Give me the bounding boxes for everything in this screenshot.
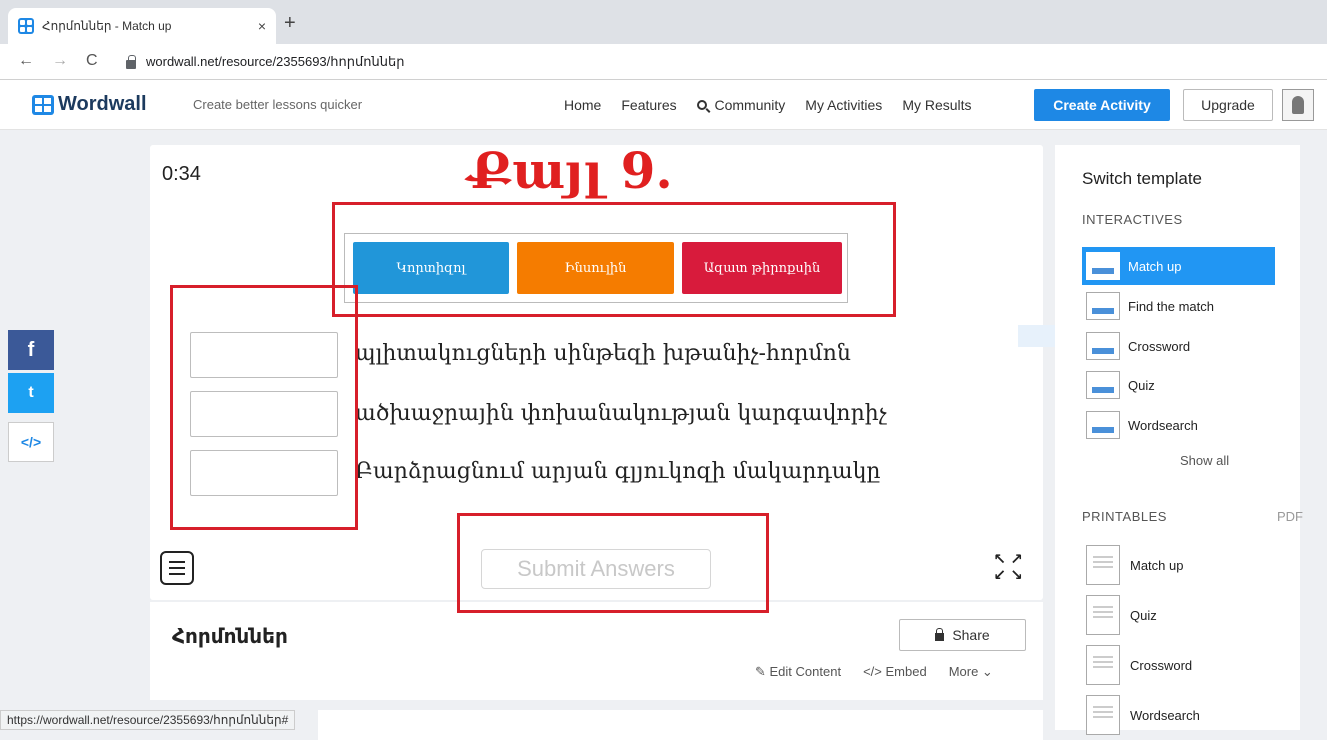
timer: 0:34 xyxy=(162,163,201,185)
template-quiz[interactable]: Quiz xyxy=(1082,366,1275,404)
template-label: Wordsearch xyxy=(1128,417,1198,433)
close-tab-icon[interactable]: × xyxy=(258,18,266,34)
forward-icon[interactable]: → xyxy=(52,52,68,70)
embed-code-button[interactable]: </> xyxy=(8,422,54,462)
search-icon xyxy=(696,100,707,110)
printable-quiz-icon xyxy=(1086,595,1120,635)
tagline: Create better lessons quicker xyxy=(193,97,363,112)
printable-wordsearch-icon xyxy=(1086,695,1120,735)
wordwall-logo[interactable]: Wordwall xyxy=(32,93,147,116)
template-find-the-match[interactable]: Find the match xyxy=(1082,287,1275,325)
quiz-icon xyxy=(1086,371,1120,399)
switch-template-panel: Switch template INTERACTIVES Match up Fi… xyxy=(1055,145,1303,735)
nav-features[interactable]: Features xyxy=(621,97,676,113)
step-annotation: Քայլ 9. xyxy=(468,141,673,200)
lower-card xyxy=(318,710,1043,740)
wordwall-favicon-icon xyxy=(18,18,34,34)
url-field[interactable]: wordwall.net/resource/2355693/հորմոններ xyxy=(126,50,404,74)
edit-content-link[interactable]: ✎ Edit Content xyxy=(755,664,841,680)
printables-label: PRINTABLES xyxy=(1082,509,1167,524)
share-label: Share xyxy=(952,627,990,643)
match-item-3: Բարձրացնում արյան գլյուկոզի մակարդակը xyxy=(355,459,881,484)
match-item-1: պլիտակուցների սինթեզի խթանիչ-հորմոն xyxy=(355,341,851,366)
template-wordsearch[interactable]: Wordsearch xyxy=(1082,406,1275,444)
browser-tab[interactable]: Հորմոններ - Match up × xyxy=(8,8,276,44)
annotation-box-options xyxy=(332,202,896,317)
site-header: Wordwall Create better lessons quicker H… xyxy=(0,80,1327,130)
tab-title: Հորմոններ - Match up xyxy=(42,19,172,33)
edit-content-label: Edit Content xyxy=(769,664,842,679)
annotation-box-slots xyxy=(170,285,358,530)
create-activity-button[interactable]: Create Activity xyxy=(1034,89,1170,121)
address-bar: ← → C wordwall.net/resource/2355693/հորմ… xyxy=(0,44,1327,80)
show-all-link[interactable]: Show all xyxy=(1180,453,1229,468)
nav-my-results[interactable]: My Results xyxy=(902,97,971,113)
interactives-label: INTERACTIVES xyxy=(1082,212,1183,227)
printable-match-up-icon xyxy=(1086,545,1120,585)
template-label: Find the match xyxy=(1128,298,1214,314)
status-url: https://wordwall.net/resource/2355693/հո… xyxy=(0,710,296,730)
more-dropdown[interactable]: More ⌄ xyxy=(949,664,993,680)
more-label: More xyxy=(948,664,979,679)
wordsearch-icon xyxy=(1086,411,1120,439)
nav-community-label: Community xyxy=(714,97,786,113)
printable-wordsearch[interactable]: Wordsearch xyxy=(1082,693,1275,737)
activity-links: ✎ Edit Content </> Embed More ⌄ xyxy=(755,664,993,680)
match-item-2: ածխաջրային փոխանակության կարգավորիչ xyxy=(355,401,887,426)
nav-community[interactable]: Community xyxy=(696,97,786,113)
lock-icon xyxy=(126,54,136,69)
printable-label: Quiz xyxy=(1130,607,1157,623)
printable-label: Crossword xyxy=(1130,657,1193,673)
reload-icon[interactable]: C xyxy=(86,52,98,70)
template-match-up[interactable]: Match up xyxy=(1082,247,1275,285)
new-tab-icon[interactable]: + xyxy=(284,12,296,35)
url-text: wordwall.net/resource/2355693/հորմոններ xyxy=(146,54,405,69)
template-crossword[interactable]: Crossword xyxy=(1082,327,1275,365)
lock-icon xyxy=(935,628,945,641)
main-nav: Home Features Community My Activities My… xyxy=(564,97,972,113)
logo-text: Wordwall xyxy=(58,93,147,115)
upgrade-button[interactable]: Upgrade xyxy=(1183,89,1273,121)
find-the-match-icon xyxy=(1086,292,1120,320)
back-icon[interactable]: ← xyxy=(18,52,34,70)
crossword-icon xyxy=(1086,332,1120,360)
printable-crossword[interactable]: Crossword xyxy=(1082,643,1275,687)
nav-my-activities[interactable]: My Activities xyxy=(805,97,882,113)
browser-tab-bar: Հորմոններ - Match up × + xyxy=(0,0,1327,44)
activity-title: Հորմոններ xyxy=(172,626,288,648)
printable-crossword-icon xyxy=(1086,645,1120,685)
nav-home[interactable]: Home xyxy=(564,97,601,113)
printable-label: Wordsearch xyxy=(1130,707,1200,723)
panel-title: Switch template xyxy=(1082,169,1202,188)
template-label: Match up xyxy=(1128,258,1182,274)
printable-match-up[interactable]: Match up xyxy=(1082,543,1275,587)
annotation-box-submit xyxy=(457,513,769,613)
embed-label: Embed xyxy=(885,664,927,679)
printable-quiz[interactable]: Quiz xyxy=(1082,593,1275,637)
template-label: Crossword xyxy=(1128,338,1191,354)
share-button[interactable]: Share xyxy=(899,619,1026,651)
embed-link[interactable]: </> Embed xyxy=(863,664,927,680)
facebook-share-button[interactable]: f xyxy=(8,330,54,370)
pdf-label: PDF xyxy=(1277,509,1303,524)
hamburger-menu-icon[interactable] xyxy=(160,551,194,585)
printable-label: Match up xyxy=(1130,557,1184,573)
template-label: Quiz xyxy=(1128,377,1155,393)
fullscreen-icon[interactable]: ↖ ↗ ↙ ↘ xyxy=(988,552,1028,588)
wordwall-logo-icon xyxy=(32,94,54,115)
avatar[interactable] xyxy=(1282,89,1314,121)
twitter-share-button[interactable]: t xyxy=(8,373,54,413)
activity-info: Հորմոններ Share ✎ Edit Content </> Embed… xyxy=(150,602,1043,700)
match-up-icon xyxy=(1086,252,1120,280)
